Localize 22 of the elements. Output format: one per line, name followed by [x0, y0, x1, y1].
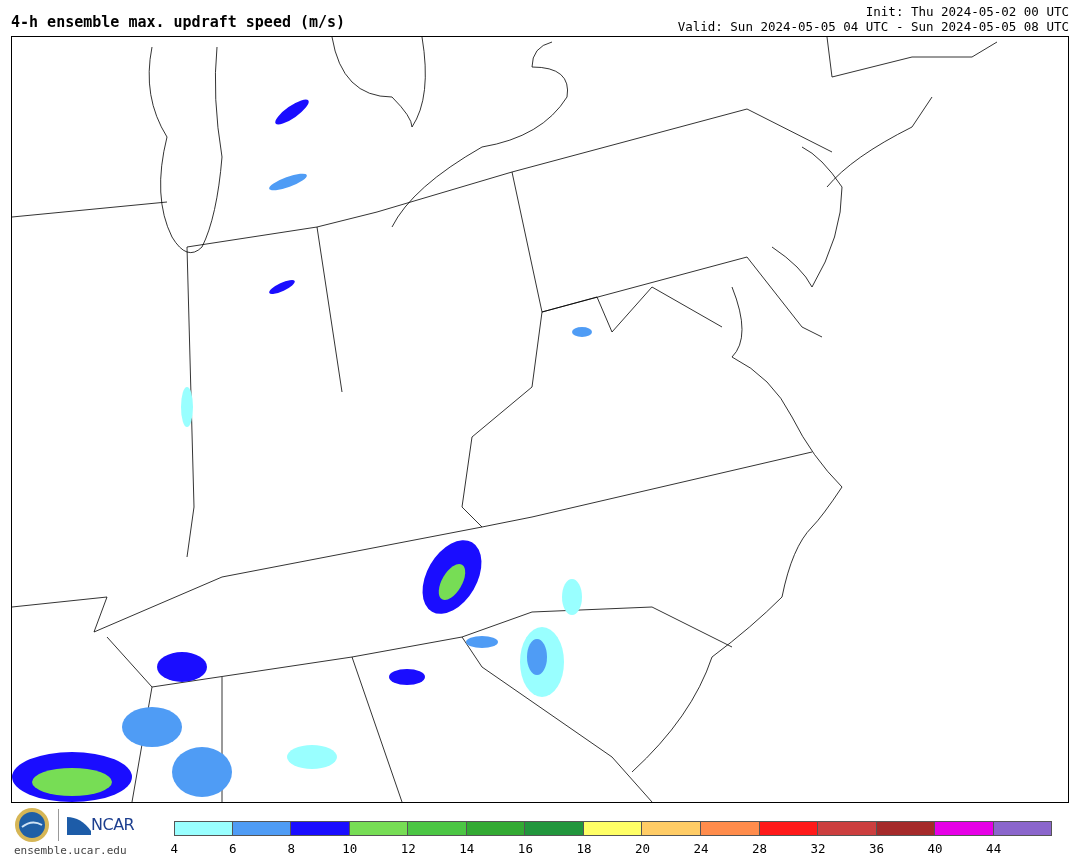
colorbar-tick-label: 14 — [459, 840, 475, 858]
colorbar-tick-label: 40 — [927, 840, 943, 858]
colorbar-tick-label: 44 — [986, 840, 1002, 858]
colorbar-tick-label: 28 — [752, 840, 768, 858]
colorbar-tick-label: 20 — [634, 840, 650, 858]
valid-time: Valid: Sun 2024-05-05 04 UTC - Sun 2024-05-05 08 UTC — [677, 19, 1069, 34]
colorbar-tick-label: 10 — [342, 840, 358, 858]
colorbar-tick-label: 24 — [693, 840, 709, 858]
chart-title: 4-h ensemble max. updraft speed (m/s) — [11, 12, 346, 33]
colorbar-tick-label: 8 — [287, 840, 296, 858]
colorbar-tick-label: 18 — [576, 840, 592, 858]
colorbar-tick-label: 12 — [400, 840, 416, 858]
init-time: Init: Thu 2024-05-02 00 UTC — [864, 4, 1069, 19]
colorbar-tick-label: 16 — [517, 840, 533, 858]
colorbar-tick-label: 6 — [228, 840, 237, 858]
colorbar-tick-label: 36 — [869, 840, 885, 858]
globe-logo-icon — [14, 807, 50, 843]
site-address: ensemble.ucar.edu — [14, 843, 128, 859]
ncar-logo-icon — [67, 815, 91, 835]
colorbar-tick-label: 4 — [170, 840, 178, 858]
colorbar-tick-label: 32 — [810, 840, 826, 858]
logo-text: NCAR — [91, 814, 135, 836]
